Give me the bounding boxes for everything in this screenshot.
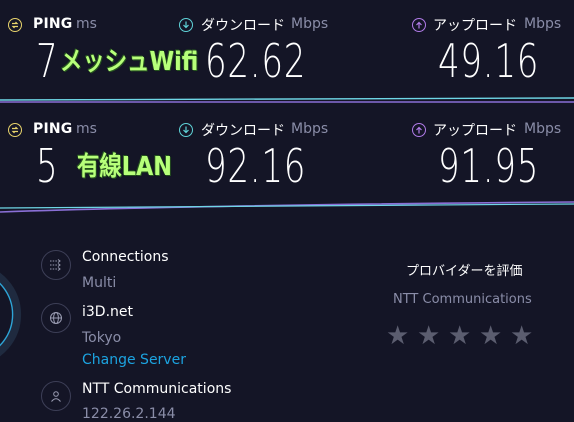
ping-value: 7: [36, 34, 59, 88]
upload-value: 49.16: [438, 34, 540, 88]
connections-value: Multi: [82, 275, 117, 291]
isp-ip: 122.26.2.144: [82, 406, 176, 422]
download-label: ダウンロード: [201, 18, 285, 34]
rating-provider: NTT Communications: [393, 292, 532, 307]
ping-value: 5: [36, 139, 59, 193]
upload-label: アップロード: [433, 123, 517, 139]
person-icon: [41, 381, 71, 411]
upload-unit: Mbps: [524, 16, 562, 32]
ping-label: PING: [33, 16, 73, 32]
server-location: Tokyo: [82, 330, 122, 346]
download-arrow-icon: [179, 18, 193, 32]
connections-icon: [41, 250, 71, 280]
row1-divider: [0, 97, 574, 103]
download-unit: Mbps: [291, 16, 329, 32]
connections-title: Connections: [82, 249, 169, 265]
ping-icon: [8, 18, 22, 32]
upload-arrow-icon: [412, 18, 426, 32]
rating-title: プロバイダーを評価: [406, 264, 523, 279]
globe-icon: [41, 303, 71, 333]
download-label: ダウンロード: [201, 123, 285, 139]
download-unit: Mbps: [291, 121, 329, 137]
download-value: 92.16: [205, 139, 307, 193]
upload-label: アップロード: [433, 18, 517, 34]
server-name: i3D.net: [82, 304, 134, 320]
connection-tag: 有線LAN: [77, 152, 172, 182]
upload-arrow-icon: [412, 123, 426, 137]
speed-gauge: [0, 272, 22, 357]
download-value: 62.62: [205, 34, 307, 88]
star-icon[interactable]: ★: [448, 323, 471, 349]
ping-icon: [8, 123, 22, 137]
star-icon[interactable]: ★: [479, 323, 502, 349]
star-icon[interactable]: ★: [510, 323, 533, 349]
ping-unit: ms: [76, 16, 97, 32]
isp-name: NTT Communications: [82, 381, 232, 397]
connection-tag: メッシュWifi: [60, 47, 199, 77]
change-server-link[interactable]: Change Server: [82, 352, 186, 368]
upload-value: 91.95: [438, 139, 540, 193]
download-arrow-icon: [179, 123, 193, 137]
ping-label: PING: [33, 121, 73, 137]
star-icon[interactable]: ★: [417, 323, 440, 349]
row2-divider: [0, 201, 574, 213]
upload-unit: Mbps: [524, 121, 562, 137]
star-icon[interactable]: ★: [386, 323, 409, 349]
ping-unit: ms: [76, 121, 97, 137]
